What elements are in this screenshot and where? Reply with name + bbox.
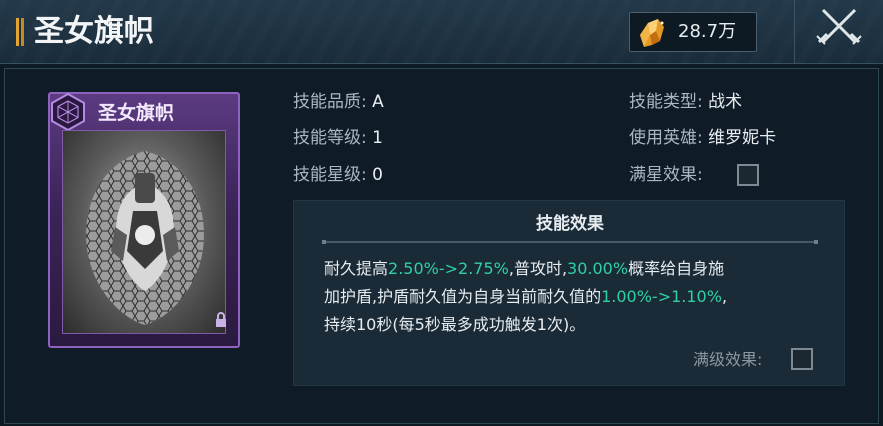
max-level-checkbox[interactable]: [791, 348, 813, 370]
shield-ratio-value: 1.00%->1.10%: [601, 287, 722, 306]
type-label: 技能类型:: [629, 92, 703, 112]
skill-star: 技能星级: 0: [293, 162, 383, 188]
skill-hero: 使用英雄: 维罗妮卡: [629, 125, 776, 151]
max-star-checkbox[interactable]: [737, 164, 759, 186]
shield-emblem-art: [86, 151, 204, 325]
effect-divider: [322, 240, 818, 244]
hero-label: 使用英雄:: [629, 128, 703, 148]
durability-boost-value: 2.50%->2.75%: [388, 259, 509, 278]
level-label: 技能等级:: [293, 128, 367, 148]
effect-desc-line-3: 持续10秒(每5秒最多成功触发1次)。: [324, 311, 585, 339]
lock-icon: [216, 312, 226, 327]
title-accent-bars: [16, 18, 24, 46]
hero-value: 维罗妮卡: [708, 128, 777, 148]
skill-level: 技能等级: 1: [293, 125, 383, 151]
card-title: 圣女旗帜: [98, 102, 175, 124]
desc-text: 耐久提高: [324, 259, 389, 278]
close-button[interactable]: [808, 0, 870, 56]
star-label: 技能星级:: [293, 165, 367, 185]
desc-text: ,: [721, 287, 728, 306]
desc-text: 持续10秒(每5秒最多成功触发1次)。: [324, 315, 586, 334]
page-title: 圣女旗帜: [34, 14, 154, 49]
desc-text: 加护盾,护盾耐久值为自身当前耐久值的: [324, 287, 602, 306]
level-value: 1: [372, 128, 383, 148]
quality-value: A: [372, 92, 384, 112]
effect-desc-line-1: 耐久提高2.50%->2.75%,普攻时,30.00%概率给自身施: [324, 255, 724, 283]
header-divider: [794, 0, 795, 64]
amber-crystal-icon: [640, 19, 664, 47]
currency-display: 28.7万: [629, 12, 757, 52]
desc-text: 概率给自身施: [628, 259, 725, 278]
max-star-label: 满星效果:: [629, 165, 703, 185]
header-bar: 圣女旗帜 28.7万: [0, 0, 883, 64]
max-level-effect-label: 满级效果:: [693, 350, 763, 369]
quality-label: 技能品质:: [293, 92, 367, 112]
trigger-chance-value: 30.00%: [567, 259, 629, 278]
max-star-effect: 满星效果:: [629, 162, 703, 188]
skill-effect-box: 技能效果 耐久提高2.50%->2.75%,普攻时,30.00%概率给自身施 加…: [293, 200, 845, 386]
skill-type: 技能类型: 战术: [629, 89, 742, 115]
effect-desc-line-2: 加护盾,护盾耐久值为自身当前耐久值的1.00%->1.10%,: [324, 283, 727, 311]
skill-quality: 技能品质: A: [293, 89, 384, 115]
hexagon-rune-icon: [51, 92, 85, 132]
desc-text: ,普攻时,: [508, 259, 568, 278]
currency-value: 28.7万: [678, 21, 737, 42]
effect-title: 技能效果: [536, 214, 604, 234]
star-value: 0: [372, 165, 383, 185]
card-artwork: [62, 130, 226, 334]
type-value: 战术: [708, 92, 743, 112]
crossed-swords-close-icon: [816, 8, 862, 45]
skill-card: 圣女旗帜: [48, 92, 240, 348]
